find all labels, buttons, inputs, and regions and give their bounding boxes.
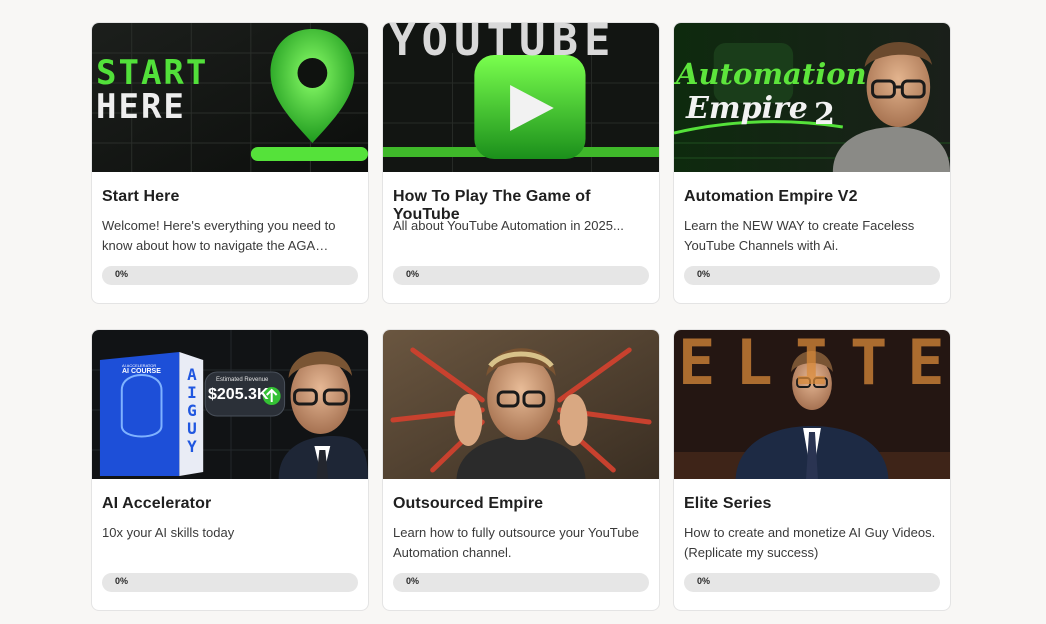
progress-label: 0%: [115, 269, 129, 279]
course-thumbnail[interactable]: AI ACCELERATOR AI COURSE AI GUY Estimate…: [92, 330, 368, 479]
progress-label: 0%: [697, 269, 711, 279]
thumbnail-banner-youtube: YOUTUBE: [389, 23, 617, 66]
course-thumbnail[interactable]: YOUTUBE: [383, 23, 659, 172]
course-thumbnail[interactable]: START HERE: [92, 23, 368, 172]
course-title[interactable]: Start Here: [102, 188, 179, 206]
thumbnail-text-empire: Empire: [686, 91, 808, 126]
revenue-value: $205.3K: [208, 386, 269, 403]
course-card-game-of-youtube[interactable]: YOUTUBE How To Play The Game of YouTube …: [382, 22, 660, 304]
course-thumbnail[interactable]: ELITE: [674, 330, 950, 479]
course-description: 10x your AI skills today: [102, 525, 235, 540]
course-card-automation-empire[interactable]: Automation Empire 2 Automation Empire V2…: [673, 22, 951, 304]
course-description: Learn the NEW WAY to create Faceless You…: [684, 218, 915, 253]
progress-bar: 0%: [102, 573, 358, 592]
course-grid: START HERE Start Here Welcome! Here's ev…: [91, 22, 951, 611]
course-card-outsourced-empire[interactable]: Outsourced Empire Learn how to fully out…: [382, 329, 660, 611]
course-description: How to create and monetize AI Guy Videos…: [684, 525, 936, 560]
progress-label: 0%: [115, 576, 129, 586]
box-side-label: AI GUY: [187, 365, 197, 456]
course-thumbnail[interactable]: Automation Empire 2: [674, 23, 950, 172]
course-title[interactable]: Automation Empire V2: [684, 188, 858, 206]
progress-label: 0%: [406, 576, 420, 586]
course-description: Welcome! Here's everything you need to k…: [102, 218, 336, 253]
progress-bar: 0%: [393, 266, 649, 285]
progress-bar: 0%: [393, 573, 649, 592]
course-description: All about YouTube Automation in 2025...: [393, 218, 624, 233]
thumbnail-text-automation: Automation: [676, 57, 867, 91]
box-course-label: AI COURSE: [122, 368, 161, 375]
progress-bar: 0%: [684, 266, 940, 285]
course-title[interactable]: Elite Series: [684, 495, 771, 513]
course-title[interactable]: Outsourced Empire: [393, 495, 543, 513]
course-description: Learn how to fully outsource your YouTub…: [393, 525, 639, 560]
revenue-caption: Estimated Revenue: [216, 377, 269, 383]
progress-label: 0%: [697, 576, 711, 586]
progress-bar: 0%: [684, 573, 940, 592]
course-title[interactable]: AI Accelerator: [102, 495, 211, 513]
progress-label: 0%: [406, 269, 420, 279]
course-card-elite-series[interactable]: ELITE Elite Series How to create and mon…: [673, 329, 951, 611]
course-card-start-here[interactable]: START HERE Start Here Welcome! Here's ev…: [91, 22, 369, 304]
thumbnail-banner-elite: ELITE: [678, 330, 950, 399]
thumbnail-number: 2: [814, 97, 835, 132]
thumbnail-text-here: HERE: [96, 87, 186, 127]
progress-bar: 0%: [102, 266, 358, 285]
course-card-ai-accelerator[interactable]: AI ACCELERATOR AI COURSE AI GUY Estimate…: [91, 329, 369, 611]
course-thumbnail[interactable]: [383, 330, 659, 479]
